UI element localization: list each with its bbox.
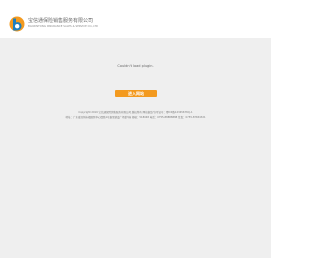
plugin-notice: Couldn't load plugin. [117,64,154,68]
company-logo-icon[interactable] [9,16,25,32]
company-name-en: BAOXINTONG INSURANCE SALES & SERVICE CO.… [28,25,99,28]
enter-site-button[interactable]: 进入网站 [115,90,157,97]
company-name-cn: 宝信通保险销售服务有限公司 [28,18,94,24]
header: 宝信通保险销售服务有限公司 BAOXINTONG INSURANCE SALES… [0,0,271,38]
page: 宝信通保险销售服务有限公司 BAOXINTONG INSURANCE SALES… [0,0,271,266]
main-content: Couldn't load plugin. 进入网站 Copyright 201… [0,38,271,258]
footer: Copyright 2019 宝信通保险销售服务有限公司 版权所有 网站备案/许… [0,110,271,120]
address-text: 地址：广东省深圳市福田区中心四路1号嘉里建设广场第3座 邮编：518048 电话… [65,116,206,119]
company-name[interactable]: 宝信通保险销售服务有限公司 BAOXINTONG INSURANCE SALES… [28,18,98,29]
